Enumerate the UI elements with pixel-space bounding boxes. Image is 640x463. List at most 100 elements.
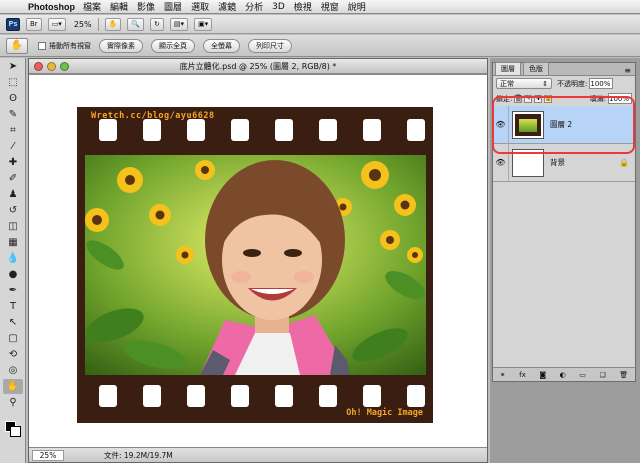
document-window: 底片立體化.psd @ 25% (圖層 2, RGB/8) * Wretch.c… (28, 58, 488, 463)
panel-column: 圖層 色版 ≡ 正常 ⇕ 不透明度: 100% 鎖定: ▒ ✎ ✚ 🔒 填滿: … (490, 58, 640, 463)
print-size-button[interactable]: 列印尺寸 (248, 38, 292, 53)
options-bar: ✋ 捲動所有視窗 實際像素 顯示全頁 全螢幕 列印尺寸 (0, 35, 640, 57)
menu-analysis[interactable]: 分析 (245, 0, 263, 13)
document-title-bar: 底片立體化.psd @ 25% (圖層 2, RGB/8) * (29, 59, 487, 74)
film-hole (319, 385, 337, 407)
menu-view[interactable]: 檢視 (294, 0, 312, 13)
canvas[interactable]: Wretch.cc/blog/ayu6628 Oh! Magic Image (29, 75, 487, 447)
fit-screen-button[interactable]: 顯示全頁 (151, 38, 195, 53)
menu-filter[interactable]: 濾鏡 (218, 0, 236, 13)
portrait-photo-art (85, 155, 426, 375)
film-hole (275, 385, 293, 407)
zoom-tool-icon[interactable]: 🔍 (127, 17, 145, 31)
3d-orbit-tool-icon[interactable]: ◎ (3, 363, 23, 378)
highlight-annotation (492, 96, 635, 154)
type-tool-icon[interactable]: T (3, 299, 23, 314)
background-color-swatch[interactable] (10, 426, 21, 437)
film-strip-image: Wretch.cc/blog/ayu6628 Oh! Magic Image (77, 107, 433, 423)
menu-window[interactable]: 視窗 (321, 0, 339, 13)
photoshop-logo-icon[interactable]: Ps (6, 17, 20, 31)
new-layer-icon[interactable]: ❏ (599, 371, 605, 379)
scroll-all-windows-label: 捲動所有視窗 (49, 41, 91, 50)
chevron-down-icon: ⇕ (542, 79, 548, 88)
menu-file[interactable]: 檔案 (83, 0, 101, 13)
menu-edit[interactable]: 編輯 (110, 0, 128, 13)
layer-name[interactable]: 背景 (550, 157, 565, 168)
view-extras-button[interactable]: ▭▾ (47, 17, 66, 31)
path-selection-tool-icon[interactable]: ↖ (3, 315, 23, 330)
hand-tool-icon[interactable]: ✋ (104, 17, 122, 31)
clone-stamp-tool-icon[interactable]: ♟ (3, 187, 23, 202)
status-bar: 25% 文件: 19.2M/19.7M (29, 447, 487, 462)
menu-bar: Photoshop 檔案 編輯 影像 圖層 選取 濾鏡 分析 3D 檢視 視窗 … (0, 0, 640, 14)
film-hole (143, 119, 161, 141)
menu-layer[interactable]: 圖層 (164, 0, 182, 13)
rotate-view-icon[interactable]: ↻ (150, 17, 164, 31)
film-hole (363, 385, 381, 407)
checkbox-box[interactable] (38, 41, 46, 50)
blur-tool-icon[interactable]: 💧 (3, 251, 23, 266)
portrait-photo (85, 155, 426, 375)
fill-screen-button[interactable]: 全螢幕 (203, 38, 240, 53)
menu-3d[interactable]: 3D (272, 2, 285, 12)
eyedropper-tool-icon[interactable]: ⁄ (3, 139, 23, 154)
marquee-tool-icon[interactable]: ⬚ (3, 75, 23, 90)
tab-channels[interactable]: 色版 (523, 62, 549, 75)
menu-help[interactable]: 說明 (348, 0, 366, 13)
crop-tool-icon[interactable]: ⌗ (3, 123, 23, 138)
quick-selection-tool-icon[interactable]: ✎ (3, 107, 23, 122)
gradient-tool-icon[interactable]: ▦ (3, 235, 23, 250)
document-size-info[interactable]: 文件: 19.2M/19.7M (104, 450, 173, 461)
blend-row: 正常 ⇕ 不透明度: 100% (493, 76, 635, 91)
film-hole (99, 385, 117, 407)
film-hole (363, 119, 381, 141)
lock-icon: 🔒 (619, 158, 629, 167)
adjustment-layer-icon[interactable]: ◐ (560, 371, 566, 379)
move-tool-icon[interactable]: ➤ (3, 59, 23, 74)
film-url-text: Wretch.cc/blog/ayu6628 (91, 111, 215, 121)
film-holes-top (77, 119, 433, 145)
menu-image[interactable]: 影像 (137, 0, 155, 13)
blend-mode-select[interactable]: 正常 ⇕ (496, 78, 552, 89)
layer-style-icon[interactable]: fx (519, 371, 526, 379)
layer-mask-icon[interactable]: ◙ (539, 371, 546, 379)
film-hole (275, 119, 293, 141)
link-layers-icon[interactable]: ⚭ (500, 371, 506, 379)
menu-app-name[interactable]: Photoshop (28, 2, 75, 12)
3d-rotate-tool-icon[interactable]: ⟲ (3, 347, 23, 362)
film-hole (143, 385, 161, 407)
separator (97, 17, 99, 31)
arrange-documents-button[interactable]: ▤▾ (169, 17, 189, 31)
status-zoom-field[interactable]: 25% (32, 449, 64, 461)
bridge-button[interactable]: Br (26, 17, 42, 31)
zoom-tool-icon[interactable]: ⚲ (3, 395, 23, 410)
layers-panel-footer: ⚭ fx ◙ ◐ ▭ ❏ 🗑 (493, 367, 635, 381)
history-brush-tool-icon[interactable]: ↺ (3, 203, 23, 218)
menu-select[interactable]: 選取 (191, 0, 209, 13)
eraser-tool-icon[interactable]: ◫ (3, 219, 23, 234)
panel-tabs: 圖層 色版 ≡ (493, 62, 635, 76)
hand-tool-icon[interactable]: ✋ (3, 379, 23, 394)
lasso-tool-icon[interactable]: ʘ (3, 91, 23, 106)
dodge-tool-icon[interactable]: ● (3, 267, 23, 282)
film-hole (187, 385, 205, 407)
healing-brush-tool-icon[interactable]: ✚ (3, 155, 23, 170)
film-hole (187, 119, 205, 141)
film-hole (407, 119, 425, 141)
opacity-label: 不透明度: (557, 79, 588, 88)
panel-menu-icon[interactable]: ≡ (624, 66, 631, 75)
screen-mode-button[interactable]: ▣▾ (194, 17, 213, 31)
new-group-icon[interactable]: ▭ (579, 371, 586, 379)
film-hole (231, 385, 249, 407)
brush-tool-icon[interactable]: ✐ (3, 171, 23, 186)
tab-layers[interactable]: 圖層 (495, 62, 521, 75)
delete-layer-icon[interactable]: 🗑 (619, 371, 628, 379)
tool-preset-hand-icon[interactable]: ✋ (6, 37, 28, 54)
document-title: 底片立體化.psd @ 25% (圖層 2, RGB/8) * (179, 61, 337, 71)
opacity-input[interactable]: 100% (589, 78, 614, 89)
zoom-level-menu[interactable]: 25% (74, 20, 92, 29)
scroll-all-windows-checkbox[interactable]: 捲動所有視窗 (38, 41, 91, 51)
actual-pixels-button[interactable]: 實際像素 (99, 38, 143, 53)
pen-tool-icon[interactable]: ✒ (3, 283, 23, 298)
shape-tool-icon[interactable]: ▢ (3, 331, 23, 346)
